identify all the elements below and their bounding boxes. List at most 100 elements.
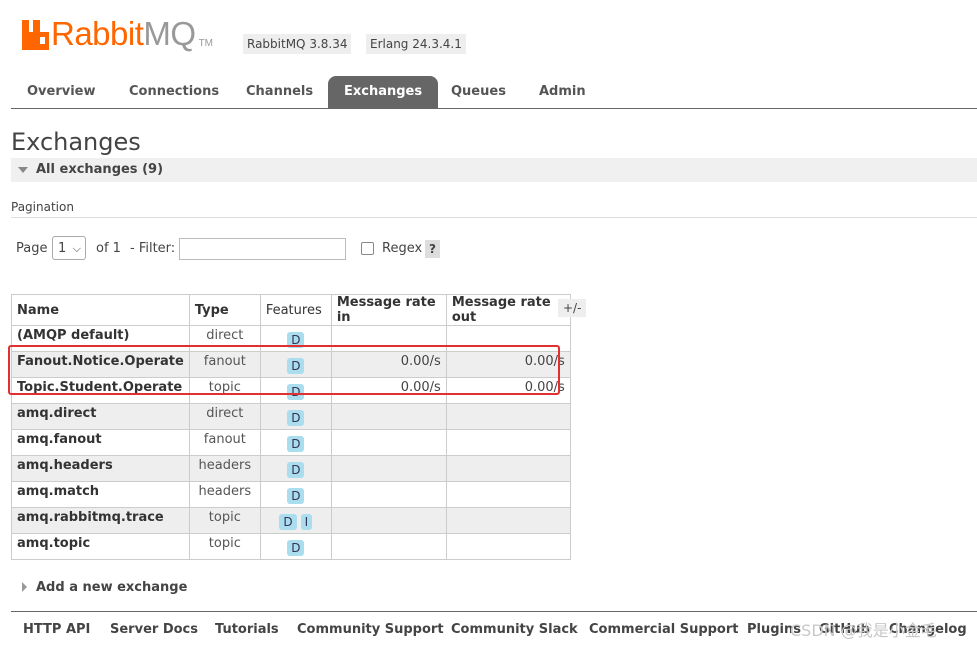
exchange-name-link[interactable]: amq.fanout <box>11 429 190 456</box>
table-row: amq.headers headers D <box>11 455 571 482</box>
filter-input[interactable] <box>179 238 346 260</box>
exchange-name-link[interactable]: amq.rabbitmq.trace <box>11 507 190 534</box>
table-row: amq.match headers D <box>11 481 571 508</box>
exchange-name-link[interactable]: amq.direct <box>11 403 190 430</box>
exchange-type: direct <box>188 403 261 430</box>
message-rate-in <box>330 533 447 560</box>
exchange-type: headers <box>188 481 261 508</box>
exchange-type: topic <box>188 507 261 534</box>
feature-durable-badge: D <box>287 462 305 478</box>
message-rate-in <box>330 507 447 534</box>
table-row: amq.fanout fanout D <box>11 429 571 456</box>
exchange-features: D <box>259 429 332 456</box>
feature-durable-badge: D <box>287 488 305 504</box>
all-exchanges-toggle[interactable]: All exchanges (9) <box>11 158 977 182</box>
rabbitmq-logo-icon <box>22 20 49 50</box>
feature-durable-badge: D <box>287 384 305 400</box>
feature-durable-badge: D <box>287 358 305 374</box>
table-row: Fanout.Notice.Operate fanout D 0.00/s 0.00/s <box>11 351 571 378</box>
column-header-rate-in[interactable]: Message rate in <box>330 294 447 326</box>
message-rate-out <box>445 429 571 456</box>
regex-help-button[interactable]: ? <box>425 240 440 258</box>
message-rate-out <box>445 533 571 560</box>
page-label: Page <box>16 241 48 256</box>
exchange-features: D <box>259 403 332 430</box>
columns-toggle-button[interactable]: +/- <box>558 299 587 317</box>
filter-label: - Filter: <box>130 241 176 256</box>
message-rate-in: 0.00/s <box>330 377 447 404</box>
footer-link-server-docs[interactable]: Server Docs <box>110 622 198 637</box>
message-rate-out <box>445 403 571 430</box>
exchange-type: topic <box>188 533 261 560</box>
page-select[interactable]: 1 ⌵ <box>52 236 86 260</box>
exchange-type: topic <box>188 377 261 404</box>
pagination-label: Pagination <box>11 200 74 214</box>
exchange-name-link[interactable]: amq.match <box>11 481 190 508</box>
tab-overview[interactable]: Overview <box>11 76 112 108</box>
of-pages-label: of 1 <box>96 241 121 256</box>
message-rate-in <box>330 429 447 456</box>
feature-durable-badge: D <box>287 332 305 348</box>
exchange-type: direct <box>188 325 261 352</box>
column-header-type[interactable]: Type <box>188 294 261 326</box>
add-exchange-label: Add a new exchange <box>36 580 188 595</box>
column-header-rate-out[interactable]: Message rate out <box>445 294 571 326</box>
feature-durable-badge: D <box>287 436 305 452</box>
message-rate-in <box>330 455 447 482</box>
csdn-watermark: CSDN @我是小金毛 <box>790 621 937 640</box>
message-rate-out: 0.00/s <box>445 377 571 404</box>
message-rate-out <box>445 507 571 534</box>
feature-durable-badge: D <box>287 540 305 556</box>
feature-durable-badge: D <box>279 514 297 530</box>
footer-link-commercial-support[interactable]: Commercial Support <box>589 622 739 637</box>
table-row: amq.direct direct D <box>11 403 571 430</box>
exchange-features: D <box>259 481 332 508</box>
exchange-features: D <box>259 325 332 352</box>
exchange-name-link[interactable]: (AMQP default) <box>11 325 190 352</box>
exchange-type: fanout <box>188 351 261 378</box>
page-select-value: 1 <box>58 241 67 256</box>
tab-admin[interactable]: Admin <box>523 76 602 108</box>
table-row: amq.topic topic D <box>11 533 571 560</box>
expand-triangle-icon <box>22 582 27 592</box>
logo-trademark: TM <box>198 38 214 49</box>
tab-connections[interactable]: Connections <box>113 76 235 108</box>
tab-channels[interactable]: Channels <box>230 76 329 108</box>
exchange-name-link[interactable]: amq.headers <box>11 455 190 482</box>
logo-rabbit: Rabbit <box>51 15 144 52</box>
collapse-triangle-icon <box>18 167 28 173</box>
footer-link-community-slack[interactable]: Community Slack <box>451 622 578 637</box>
table-row: (AMQP default) direct D <box>11 325 571 352</box>
rabbitmq-logo: RabbitMQ TM <box>22 15 214 52</box>
regex-label: Regex <box>382 241 423 256</box>
message-rate-out <box>445 325 571 352</box>
regex-checkbox[interactable] <box>361 242 374 255</box>
exchange-type: fanout <box>188 429 261 456</box>
column-header-features: Features <box>259 294 332 326</box>
exchange-name-link[interactable]: amq.topic <box>11 533 190 560</box>
footer-link-tutorials[interactable]: Tutorials <box>215 622 279 637</box>
message-rate-out <box>445 455 571 482</box>
exchange-features: D <box>259 377 332 404</box>
exchange-name-link[interactable]: Topic.Student.Operate <box>11 377 190 404</box>
message-rate-in <box>330 403 447 430</box>
message-rate-in <box>330 325 447 352</box>
exchange-features: D <box>259 455 332 482</box>
chevron-down-icon: ⌵ <box>72 242 81 255</box>
table-header-row: Name Type Features Message rate in Messa… <box>11 294 571 326</box>
footer-link-http-api[interactable]: HTTP API <box>23 622 90 637</box>
message-rate-in: 0.00/s <box>330 351 447 378</box>
tab-exchanges[interactable]: Exchanges <box>328 76 439 108</box>
message-rate-out <box>445 481 571 508</box>
tab-queues[interactable]: Queues <box>435 76 522 108</box>
column-header-name[interactable]: Name <box>11 294 190 326</box>
feature-durable-badge: D <box>287 410 305 426</box>
footer-link-community-support[interactable]: Community Support <box>297 622 444 637</box>
exchange-features: DI <box>259 507 332 534</box>
main-nav: Overview Connections Channels Exchanges … <box>11 76 977 109</box>
exchange-features: D <box>259 533 332 560</box>
table-row: amq.rabbitmq.trace topic D I <box>11 507 571 534</box>
pagination-divider <box>11 217 977 218</box>
exchange-features: D <box>259 351 332 378</box>
exchange-name-link[interactable]: Fanout.Notice.Operate <box>11 351 190 378</box>
